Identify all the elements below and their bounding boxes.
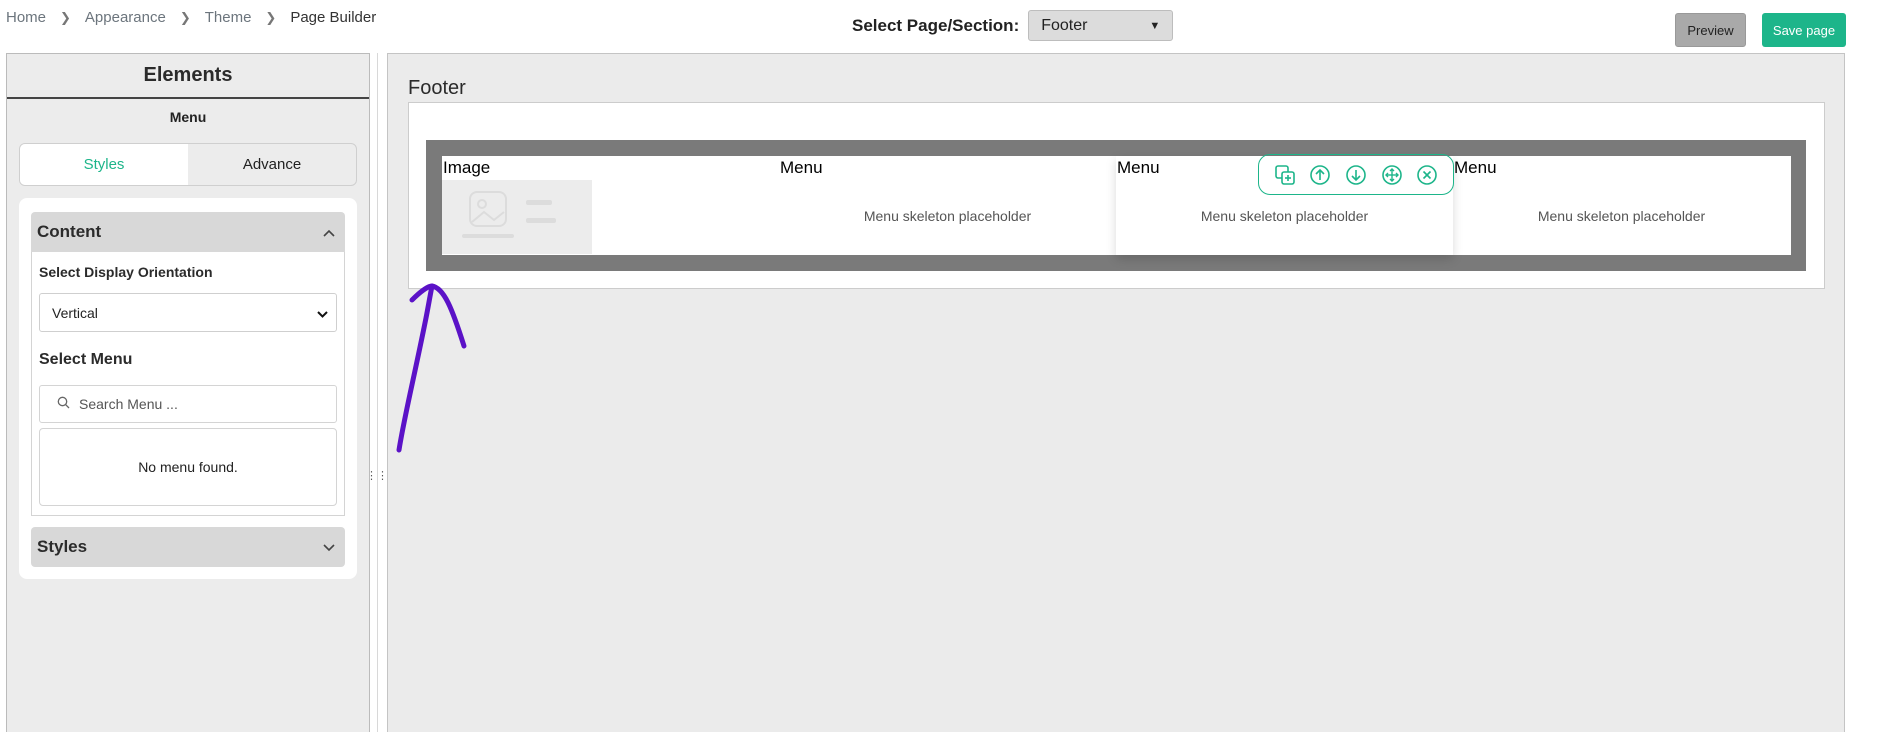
content-accordion-header[interactable]: Content [31, 212, 345, 252]
column-menu[interactable]: Menu Menu skeleton placeholder [1453, 156, 1790, 255]
styles-accordion-header[interactable]: Styles [31, 527, 345, 567]
breadcrumb-appearance[interactable]: Appearance [85, 9, 166, 26]
footer-section[interactable]: Image Menu Menu skeleton placeholder Men… [408, 102, 1825, 289]
content-accordion-title: Content [37, 222, 102, 241]
orientation-select[interactable]: Vertical [39, 293, 337, 332]
search-menu-input[interactable]: Search Menu ... [39, 385, 337, 423]
column-label: Menu [1117, 158, 1160, 177]
section-title: Footer [408, 77, 466, 99]
orientation-value: Vertical [52, 304, 98, 321]
chevron-right-icon: ❯ [60, 9, 71, 25]
chevron-up-icon [323, 222, 335, 242]
element-toolbar [1258, 154, 1454, 195]
column-image[interactable]: Image [442, 156, 779, 255]
builder-canvas: Footer Image Menu Menu skeleton placehol… [387, 53, 1845, 732]
search-menu-placeholder: Search Menu ... [79, 396, 178, 412]
footer-row[interactable]: Image Menu Menu skeleton placeholder Men… [426, 140, 1806, 271]
column-label: Menu [780, 158, 823, 177]
breadcrumb-home[interactable]: Home [6, 9, 46, 26]
top-bar: Home ❯ Appearance ❯ Theme ❯ Page Builder… [0, 0, 1891, 50]
delete-icon[interactable] [1415, 163, 1439, 187]
tab-advance[interactable]: Advance [188, 144, 356, 185]
footer-columns: Image Menu Menu skeleton placeholder Men… [442, 156, 1791, 255]
move-up-icon[interactable] [1308, 163, 1332, 187]
settings-panel: Content Select Display Orientation Verti… [19, 198, 357, 579]
resize-handle-icon[interactable]: ⋮⋮ [366, 468, 388, 482]
menu-skeleton-placeholder: Menu skeleton placeholder [863, 208, 1032, 224]
chevron-right-icon: ❯ [179, 9, 191, 25]
orientation-label: Select Display Orientation [39, 264, 213, 280]
sidebar-title: Elements [7, 54, 369, 99]
breadcrumb-page-builder: Page Builder [290, 9, 377, 26]
panel-divider [377, 53, 378, 732]
tab-styles[interactable]: Styles [20, 144, 188, 185]
logo-image-placeholder [442, 180, 592, 254]
preview-button[interactable]: Preview [1675, 13, 1746, 47]
select-menu-label: Select Menu [39, 351, 133, 368]
styles-accordion-title: Styles [37, 537, 88, 556]
page-section-selector: Select Page/Section: Footer ▼ [852, 10, 1174, 41]
empty-menu-message: No menu found. [39, 428, 337, 506]
sidebar-subtitle: Menu [169, 109, 207, 125]
move-down-icon[interactable] [1344, 163, 1368, 187]
column-label: Menu [1454, 158, 1497, 177]
page-section-value: Footer [1041, 16, 1088, 34]
chevron-right-icon: ❯ [265, 9, 277, 25]
column-menu[interactable]: Menu Menu skeleton placeholder [779, 156, 1116, 255]
right-rail [1872, 0, 1891, 732]
chevron-down-icon: ▼ [1149, 19, 1161, 32]
breadcrumb: Home ❯ Appearance ❯ Theme ❯ Page Builder [6, 9, 376, 26]
search-icon [57, 396, 70, 412]
breadcrumb-theme[interactable]: Theme [205, 9, 252, 26]
page-section-select[interactable]: Footer ▼ [1028, 10, 1174, 41]
duplicate-icon[interactable] [1273, 163, 1297, 187]
page-select-label: Select Page/Section: [852, 15, 1020, 35]
menu-skeleton-placeholder: Menu skeleton placeholder [1537, 208, 1706, 224]
annotation-arrow-icon [396, 283, 467, 453]
chevron-down-icon [323, 537, 335, 557]
save-page-button[interactable]: Save page [1762, 13, 1846, 47]
sidebar-tabs: Styles Advance [19, 143, 357, 186]
elements-sidebar: Elements Menu Styles Advance Content Sel… [6, 53, 370, 732]
chevron-down-icon [317, 305, 328, 321]
drag-move-icon[interactable] [1380, 163, 1404, 187]
menu-skeleton-placeholder: Menu skeleton placeholder [1200, 208, 1369, 224]
content-accordion-body: Select Display Orientation Vertical Sele… [31, 252, 345, 516]
column-label: Image [443, 158, 491, 177]
